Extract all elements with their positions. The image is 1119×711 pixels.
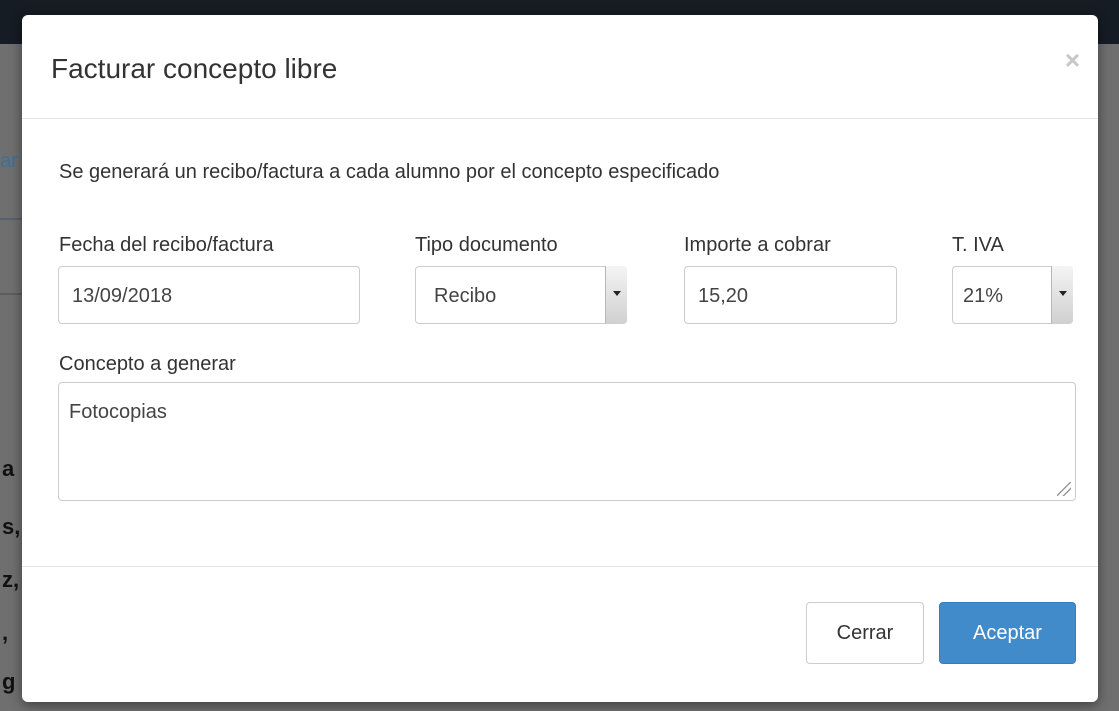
iva-select[interactable]: 21% [952, 266, 1073, 324]
fecha-input[interactable]: 13/09/2018 [58, 266, 360, 324]
background-fragment: ar [0, 150, 18, 172]
importe-label: Importe a cobrar [684, 234, 831, 256]
iva-label: T. IVA [952, 234, 1004, 256]
chevron-down-icon[interactable] [1051, 266, 1073, 324]
modal-title: Facturar concepto libre [51, 53, 338, 84]
background-letter: g [2, 669, 16, 694]
resize-handle-icon[interactable] [1057, 482, 1071, 496]
tipo-documento-label: Tipo documento [415, 234, 558, 256]
background-letter: , [2, 620, 9, 645]
aceptar-button[interactable]: Aceptar [939, 602, 1076, 664]
cerrar-button[interactable]: Cerrar [806, 602, 924, 664]
fecha-label: Fecha del recibo/factura [59, 234, 274, 256]
concepto-textarea[interactable]: Fotocopias [58, 382, 1076, 501]
fecha-value: 13/09/2018 [72, 285, 173, 307]
importe-value: 15,20 [698, 285, 749, 307]
modal-footer-divider [22, 566, 1098, 567]
importe-input[interactable]: 15,20 [684, 266, 897, 324]
background-letter: a [2, 456, 15, 481]
background-letter: s, [2, 514, 21, 539]
background-letter: z, [2, 567, 20, 592]
close-icon[interactable]: × [1065, 47, 1080, 73]
tipo-documento-select[interactable]: Recibo [415, 266, 627, 324]
chevron-down-icon[interactable] [605, 266, 627, 324]
tipo-documento-value: Recibo [434, 285, 497, 307]
intro-text: Se generará un recibo/factura a cada alu… [59, 161, 720, 183]
concepto-label: Concepto a generar [59, 353, 236, 375]
modal-header: Facturar concepto libre × [22, 15, 1098, 119]
iva-value: 21% [963, 285, 1004, 307]
concepto-value: Fotocopias [69, 401, 167, 423]
facturar-modal: Facturar concepto libre × Se generará un… [22, 15, 1098, 702]
